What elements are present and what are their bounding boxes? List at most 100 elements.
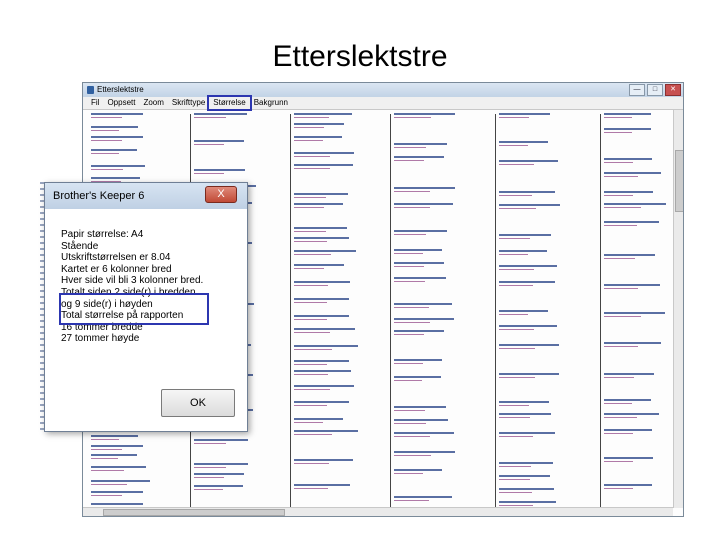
- person-name-line: [394, 432, 455, 434]
- spouse-name-line: [499, 269, 534, 270]
- tree-person-entry: [604, 253, 656, 261]
- person-name-line: [91, 480, 151, 482]
- tree-person-entry: [499, 343, 559, 351]
- spouse-name-line: [394, 191, 431, 192]
- spouse-name-line: [294, 364, 328, 365]
- tree-person-entry: [499, 474, 551, 482]
- person-name-line: [91, 136, 143, 138]
- tree-person-entry: [604, 127, 651, 135]
- person-name-line: [394, 143, 447, 145]
- spouse-name-line: [394, 281, 425, 282]
- person-name-line: [499, 250, 548, 252]
- horizontal-scrollbar[interactable]: [83, 507, 673, 516]
- menu-storrelse[interactable]: Størrelse: [207, 95, 252, 111]
- spouse-name-line: [294, 254, 332, 255]
- tree-person-entry: [499, 461, 553, 469]
- person-name-line: [294, 281, 350, 283]
- spouse-name-line: [499, 479, 530, 480]
- person-name-line: [294, 315, 349, 317]
- tree-person-entry: [294, 263, 344, 271]
- person-name-line: [394, 249, 442, 251]
- person-name-line: [394, 113, 456, 115]
- person-name-line: [499, 204, 561, 206]
- tree-person-entry: [91, 490, 143, 498]
- tree-person-entry: [499, 249, 548, 257]
- tree-person-entry: [394, 431, 455, 439]
- spouse-name-line: [394, 234, 426, 235]
- tree-person-entry: [604, 311, 666, 319]
- person-name-line: [294, 227, 347, 229]
- person-name-line: [91, 454, 137, 456]
- vertical-scrollbar[interactable]: [673, 110, 683, 508]
- tree-person-entry: [294, 226, 347, 234]
- person-name-line: [604, 221, 660, 223]
- tree-person-entry: [294, 122, 344, 130]
- close-button[interactable]: ✕: [665, 84, 681, 96]
- person-name-line: [499, 310, 548, 312]
- spouse-name-line: [194, 173, 225, 174]
- minimize-button[interactable]: —: [629, 84, 645, 96]
- tree-person-entry: [499, 324, 558, 332]
- spouse-name-line: [294, 268, 324, 269]
- spouse-name-line: [394, 307, 429, 308]
- tree-person-entry: [91, 164, 145, 172]
- tree-person-entry: [499, 112, 550, 120]
- menu-fil[interactable]: Fil: [87, 97, 103, 109]
- spouse-name-line: [499, 466, 532, 467]
- ok-button[interactable]: OK: [161, 389, 235, 417]
- spouse-name-line: [604, 162, 633, 163]
- spouse-name-line: [604, 346, 639, 347]
- tree-person-entry: [91, 444, 143, 452]
- person-name-line: [294, 401, 350, 403]
- tree-connector-line: [495, 114, 496, 509]
- person-name-line: [394, 203, 454, 205]
- horizontal-scroll-thumb[interactable]: [103, 509, 285, 516]
- spouse-name-line: [294, 332, 331, 333]
- person-name-line: [194, 169, 245, 171]
- person-name-line: [194, 463, 249, 465]
- person-name-line: [91, 177, 141, 179]
- tree-person-entry: [604, 398, 652, 406]
- menu-zoom[interactable]: Zoom: [139, 97, 167, 109]
- spouse-name-line: [91, 439, 120, 440]
- person-name-line: [194, 473, 245, 475]
- person-name-line: [394, 262, 445, 264]
- spouse-name-line: [499, 436, 533, 437]
- person-name-line: [91, 503, 143, 505]
- tree-person-entry: [604, 283, 661, 291]
- spouse-name-line: [604, 132, 632, 133]
- spouse-name-line: [394, 207, 430, 208]
- tree-person-entry: [294, 249, 357, 257]
- vertical-scroll-thumb[interactable]: [675, 150, 683, 212]
- maximize-button[interactable]: □: [647, 84, 663, 96]
- tree-person-entry: [499, 412, 551, 420]
- person-name-line: [604, 128, 651, 130]
- person-name-line: [294, 328, 355, 330]
- person-name-line: [394, 230, 447, 232]
- person-name-line: [394, 187, 455, 189]
- tree-person-entry: [604, 190, 654, 198]
- tree-person-entry: [91, 135, 143, 143]
- spouse-name-line: [91, 470, 125, 471]
- tree-person-entry: [294, 344, 358, 352]
- tree-person-entry: [394, 248, 442, 256]
- spouse-name-line: [91, 130, 120, 131]
- spouse-name-line: [294, 140, 323, 141]
- tree-person-entry: [91, 148, 138, 156]
- tree-person-entry: [294, 192, 348, 200]
- dialog-title: Brother's Keeper 6: [53, 190, 145, 202]
- tree-connector-line: [290, 114, 291, 509]
- dialog-close-button[interactable]: X: [205, 186, 237, 203]
- tree-person-entry: [294, 359, 350, 367]
- menu-bakgrunn[interactable]: Bakgrunn: [250, 97, 292, 109]
- menu-oppsett[interactable]: Oppsett: [103, 97, 139, 109]
- spouse-name-line: [499, 417, 531, 418]
- spouse-name-line: [394, 380, 423, 381]
- tree-person-entry: [499, 264, 558, 272]
- person-name-line: [294, 152, 354, 154]
- person-name-line: [91, 491, 143, 493]
- spouse-name-line: [394, 160, 425, 161]
- spouse-name-line: [499, 505, 534, 506]
- menu-skrifttype[interactable]: Skrifttype: [168, 97, 209, 109]
- spouse-name-line: [394, 363, 424, 364]
